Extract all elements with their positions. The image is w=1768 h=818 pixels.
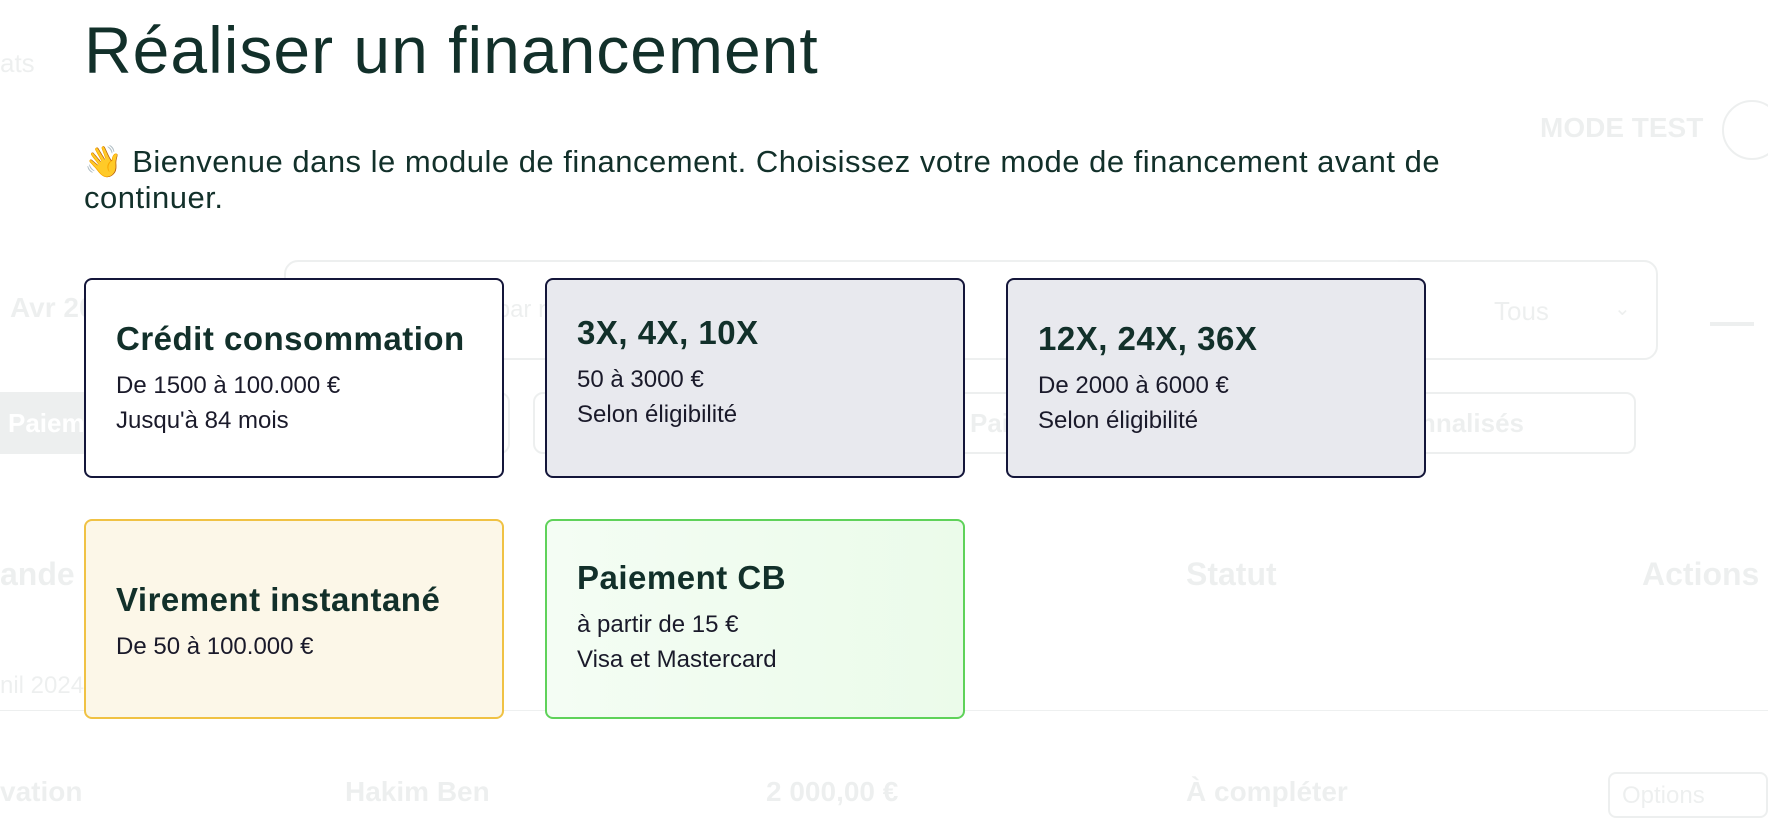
option-title: Paiement CB bbox=[577, 559, 787, 596]
option-detail: à partir de 15 € bbox=[577, 611, 739, 638]
option-detail: De 50 à 100.000 € bbox=[116, 633, 314, 660]
option-title: Crédit consommation bbox=[116, 320, 465, 357]
download-icon bbox=[1710, 290, 1754, 326]
mode-toggle-icon bbox=[1722, 100, 1768, 160]
page-title: Réaliser un financement bbox=[84, 13, 819, 87]
option-title: 12X, 24X, 36X bbox=[1038, 320, 1258, 357]
status-filter: Tous bbox=[1494, 296, 1549, 326]
option-detail: Visa et Mastercard bbox=[577, 646, 777, 673]
row-contact: Hakim Ben bbox=[345, 776, 490, 807]
row-options-button: Options bbox=[1608, 772, 1768, 818]
option-paiement-cb[interactable]: Paiement CB à partir de 15 € Visa et Mas… bbox=[545, 519, 965, 719]
column-header-statut: Statut bbox=[1186, 556, 1277, 592]
chevron-down-icon: ⌄ bbox=[1614, 298, 1631, 320]
option-12x-24x-36x[interactable]: 12X, 24X, 36X De 2000 à 6000 € Selon éli… bbox=[1006, 278, 1426, 478]
option-title: Virement instantané bbox=[116, 581, 441, 618]
mode-test-label: MODE TEST bbox=[1540, 112, 1704, 143]
option-virement-instantane[interactable]: Virement instantané De 50 à 100.000 € bbox=[84, 519, 504, 719]
option-detail: Selon éligibilité bbox=[577, 401, 738, 428]
option-title: 3X, 4X, 10X bbox=[577, 314, 759, 351]
breadcrumb: ats bbox=[0, 48, 35, 78]
option-detail: 50 à 3000 € bbox=[577, 366, 704, 393]
option-detail: De 1500 à 100.000 € bbox=[116, 372, 341, 399]
column-header-actions: Actions bbox=[1642, 556, 1760, 592]
intro-text: 👋 Bienvenue dans le module de financemen… bbox=[84, 144, 1441, 215]
row-status: À compléter bbox=[1186, 776, 1348, 807]
option-credit-consommation[interactable]: Crédit consommation De 1500 à 100.000 € … bbox=[84, 278, 504, 478]
option-detail: Selon éligibilité bbox=[1038, 407, 1199, 434]
column-header-demande: ande bbox=[0, 556, 75, 592]
option-3x-4x-10x[interactable]: 3X, 4X, 10X 50 à 3000 € Selon éligibilit… bbox=[545, 278, 965, 478]
group-label: nil 2024 bbox=[0, 672, 85, 699]
option-detail: De 2000 à 6000 € bbox=[1038, 372, 1229, 399]
option-detail: Jusqu'à 84 mois bbox=[116, 407, 289, 434]
row-amount: 2 000,00 € bbox=[766, 776, 899, 807]
row-name: vation bbox=[0, 776, 83, 807]
